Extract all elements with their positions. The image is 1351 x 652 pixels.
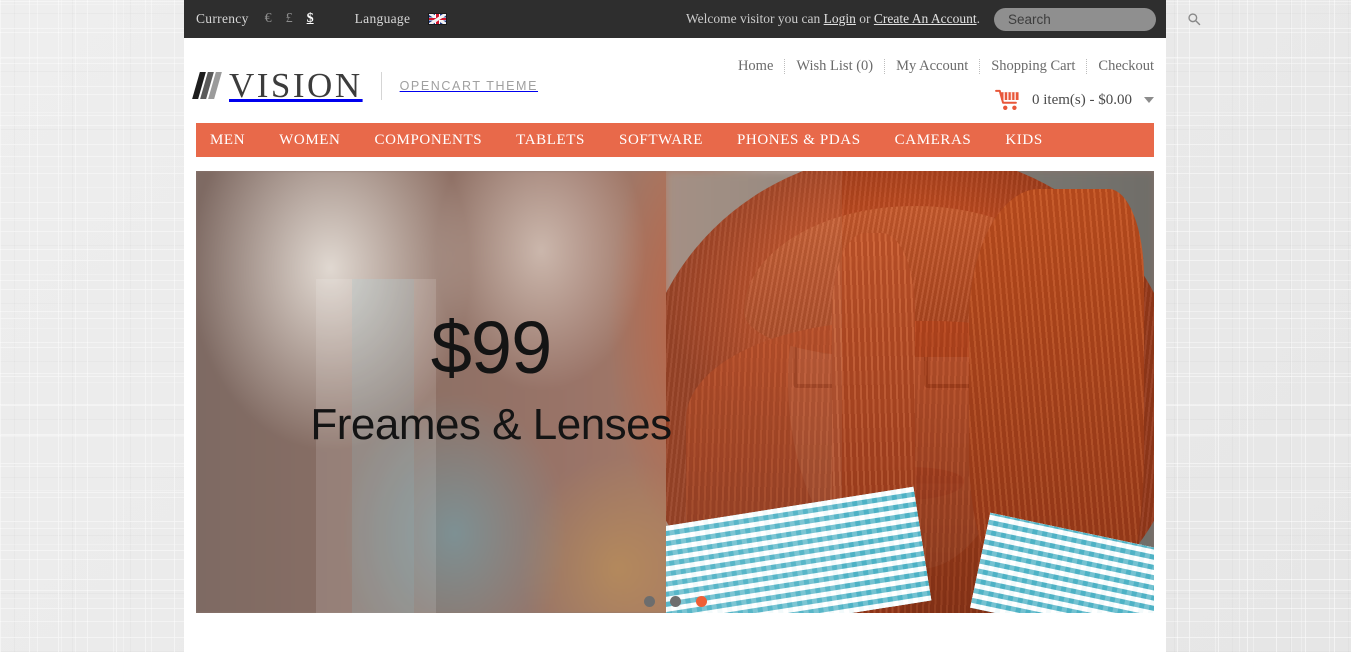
currency-option-usd[interactable]: $ bbox=[300, 12, 321, 26]
search-box[interactable] bbox=[994, 7, 1201, 31]
welcome-or-text: or bbox=[855, 11, 874, 26]
language-label: Language bbox=[354, 11, 411, 26]
topbar-right-group: Welcome visitor you can Login or Create … bbox=[686, 7, 1201, 31]
header-link-checkout[interactable]: Checkout bbox=[1087, 58, 1154, 75]
nav-item-cameras[interactable]: CAMERAS bbox=[895, 132, 989, 149]
nav-item-tablets[interactable]: TABLETS bbox=[516, 132, 602, 149]
three-slashes-icon bbox=[192, 72, 222, 99]
currency-option-gbp[interactable]: £ bbox=[279, 12, 300, 26]
nav-item-women[interactable]: WOMEN bbox=[279, 132, 357, 149]
chevron-down-icon[interactable] bbox=[1144, 97, 1154, 103]
nav-item-kids[interactable]: KIDS bbox=[1005, 132, 1059, 149]
hero-slide-image bbox=[196, 171, 1154, 613]
welcome-suffix-text: . bbox=[976, 11, 980, 26]
header-links: Home Wish List (0) My Account Shopping C… bbox=[727, 58, 1154, 75]
hero-slider[interactable]: $99 Freames & Lenses bbox=[196, 171, 1154, 613]
welcome-message: Welcome visitor you can Login or Create … bbox=[686, 11, 980, 27]
create-account-link[interactable]: Create An Account bbox=[874, 11, 977, 26]
brand-tagline: OPENCART THEME bbox=[399, 78, 539, 93]
nav-item-men[interactable]: MEN bbox=[210, 132, 262, 149]
page-container: Currency € £ $ Language Welcome visitor … bbox=[184, 0, 1201, 652]
uk-flag-icon[interactable] bbox=[428, 13, 448, 25]
nav-item-phones-and-pdas[interactable]: PHONES & PDAS bbox=[737, 132, 878, 149]
header-link-home[interactable]: Home bbox=[727, 58, 784, 75]
search-icon[interactable] bbox=[1187, 12, 1201, 26]
main-navigation: MEN WOMEN COMPONENTS TABLETS SOFTWARE PH… bbox=[196, 123, 1154, 157]
slider-dot-2[interactable] bbox=[669, 596, 681, 607]
slider-dot-3[interactable] bbox=[695, 596, 707, 607]
header-right-group: Home Wish List (0) My Account Shopping C… bbox=[727, 58, 1154, 111]
top-utility-bar: Currency € £ $ Language Welcome visitor … bbox=[184, 0, 1201, 38]
currency-label: Currency bbox=[196, 11, 249, 26]
topbar-left-group: Currency € £ $ Language bbox=[196, 11, 448, 27]
nav-item-software[interactable]: SOFTWARE bbox=[619, 132, 720, 149]
header-link-wish-list[interactable]: Wish List (0) bbox=[785, 58, 884, 75]
search-input[interactable] bbox=[1006, 10, 1187, 28]
header-link-shopping-cart[interactable]: Shopping Cart bbox=[980, 58, 1086, 75]
cart-button[interactable]: 0 item(s) - $0.00 bbox=[995, 89, 1154, 111]
welcome-prefix-text: Welcome visitor you can bbox=[686, 11, 824, 26]
logo-divider bbox=[380, 71, 382, 100]
language-group: Language bbox=[355, 11, 448, 27]
login-link[interactable]: Login bbox=[824, 11, 856, 26]
model-portrait bbox=[666, 171, 1154, 613]
site-header: VISION OPENCART THEME Home Wish List (0)… bbox=[184, 38, 1166, 123]
cart-total-label: 0 item(s) - $0.00 bbox=[1032, 91, 1132, 108]
brand-name: VISION bbox=[229, 66, 363, 105]
logo[interactable]: VISION OPENCART THEME bbox=[192, 66, 539, 105]
nav-item-components[interactable]: COMPONENTS bbox=[374, 132, 499, 149]
header-link-my-account[interactable]: My Account bbox=[885, 58, 979, 75]
slider-pagination bbox=[196, 596, 1154, 607]
currency-option-eur[interactable]: € bbox=[258, 12, 279, 26]
shopping-cart-icon bbox=[995, 89, 1019, 110]
slider-dot-1[interactable] bbox=[643, 596, 655, 607]
